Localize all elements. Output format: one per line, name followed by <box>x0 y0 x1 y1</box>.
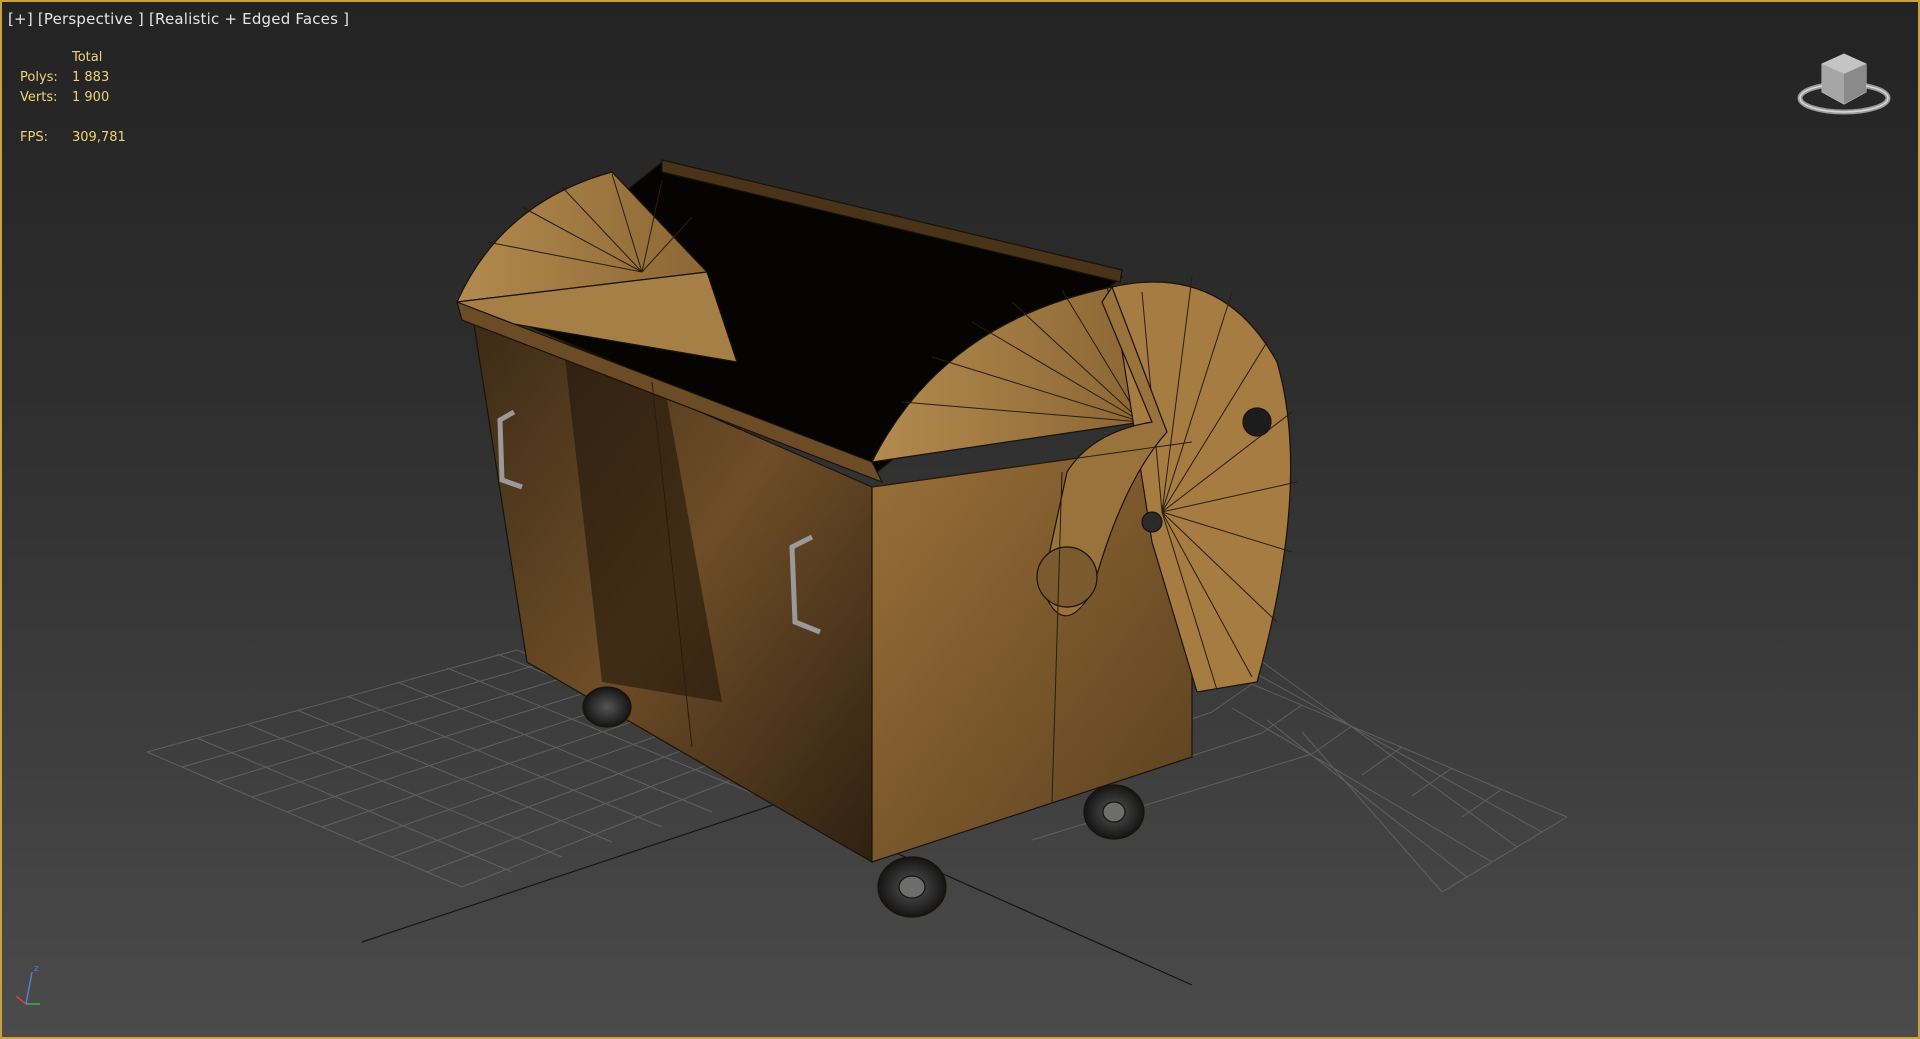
verts-label: Verts: <box>20 90 58 105</box>
stats-total-header: Total <box>72 50 103 65</box>
viewport-label: [+] [Perspective ] [Realistic + Edged Fa… <box>8 10 349 28</box>
viewport-menu-button[interactable]: [+] <box>8 10 33 28</box>
view-mode-button[interactable]: [Perspective ] <box>38 10 144 28</box>
polys-label: Polys: <box>20 70 58 85</box>
fps-value: 309,781 <box>72 130 126 145</box>
shading-mode-button[interactable]: [Realistic + Edged Faces ] <box>149 10 349 28</box>
stats-fps-row: FPS: 309,781 <box>20 128 126 148</box>
axis-z-label: z <box>34 964 39 974</box>
verts-value: 1 900 <box>72 90 110 105</box>
polys-value: 1 883 <box>72 70 110 85</box>
stats-polys-row: Polys: 1 883 <box>20 68 126 88</box>
stats-verts-row: Verts: 1 900 <box>20 88 126 108</box>
scene-render[interactable] <box>2 2 1918 1037</box>
fps-label: FPS: <box>20 130 48 145</box>
perspective-viewport[interactable]: [+] [Perspective ] [Realistic + Edged Fa… <box>0 0 1920 1039</box>
axis-tripod-icon: z <box>15 964 40 1005</box>
statistics-overlay: Total Polys: 1 883 Verts: 1 900 FPS: 309… <box>20 48 126 148</box>
dumpster-model <box>454 159 1298 918</box>
viewcube-icon[interactable] <box>1796 46 1892 120</box>
